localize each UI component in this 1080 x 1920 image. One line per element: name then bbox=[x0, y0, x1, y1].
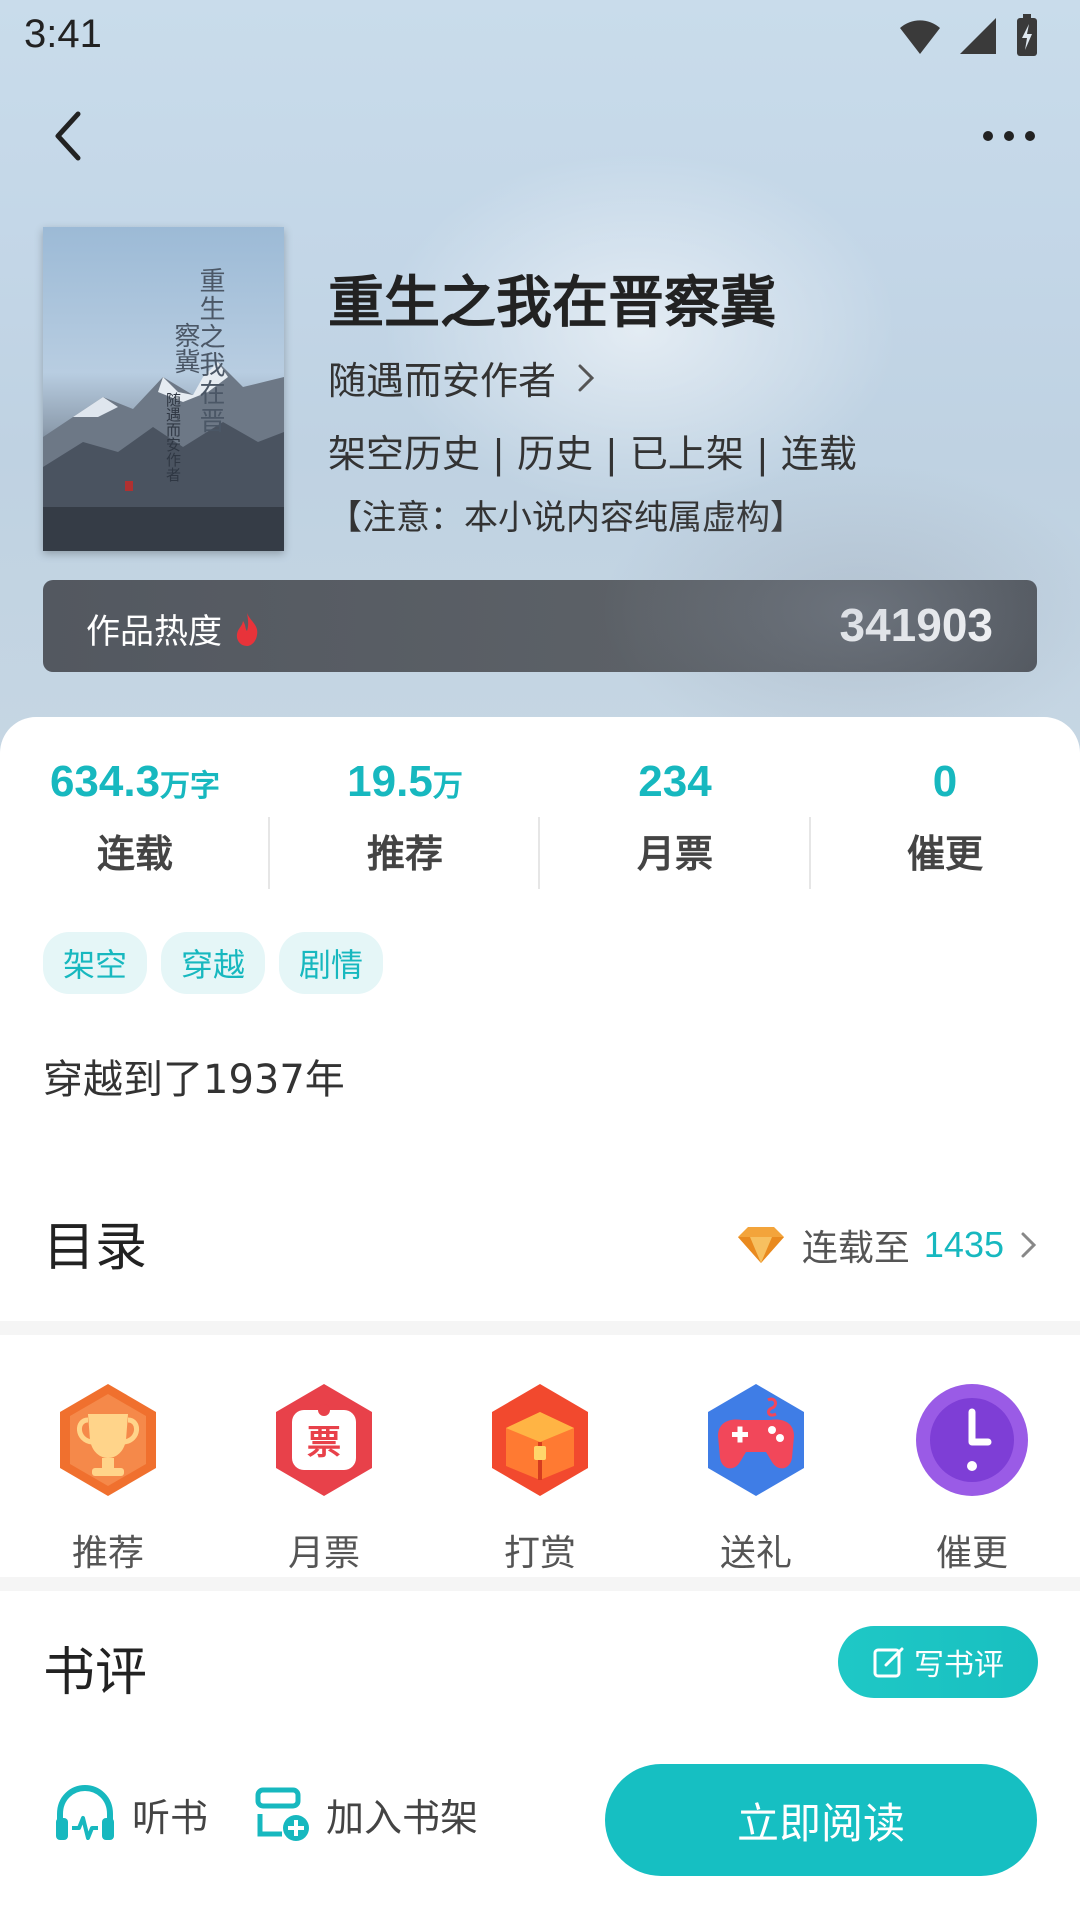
trophy-icon bbox=[60, 1384, 156, 1496]
stat-urge[interactable]: 0 催更 bbox=[810, 757, 1080, 878]
battery-icon bbox=[1017, 14, 1037, 56]
book-title: 重生之我在晋察冀 bbox=[328, 271, 776, 336]
treasure-chest-icon bbox=[492, 1384, 588, 1496]
stat-value: 634.3 bbox=[49, 757, 161, 806]
chevron-left-icon bbox=[55, 111, 81, 161]
bottom-action-bar: 听书 加入书架 立即阅读 bbox=[0, 1740, 1080, 1920]
toc-prefix: 连载至 bbox=[801, 1228, 910, 1269]
clock-icon bbox=[916, 1384, 1028, 1496]
table-of-contents-row[interactable]: 目录 连载至 1435 bbox=[0, 1195, 1080, 1305]
edit-icon bbox=[873, 1647, 904, 1678]
action-grid: 推荐 票 月票 打赏 送礼 催更 bbox=[0, 1362, 1080, 1574]
headphones-icon bbox=[56, 1784, 114, 1840]
chevron-right-icon bbox=[1021, 1232, 1037, 1258]
action-label: 送礼 bbox=[719, 1533, 792, 1574]
more-button[interactable] bbox=[974, 106, 1044, 166]
more-icon bbox=[983, 131, 1035, 141]
cover-title-line2: 察冀 bbox=[170, 322, 200, 374]
heat-label: 作品热度 bbox=[86, 612, 222, 652]
listen-label: 听书 bbox=[132, 1795, 209, 1840]
stat-label: 连载 bbox=[96, 832, 173, 876]
heat-bar[interactable]: 作品热度 341903 bbox=[43, 580, 1037, 672]
write-review-button[interactable]: 写书评 bbox=[838, 1626, 1038, 1698]
author-link[interactable]: 随遇而安作者 bbox=[328, 350, 598, 405]
tag-chip[interactable]: 穿越 bbox=[161, 932, 266, 994]
book-meta: 架空历史 | 历史 | 已上架 | 连载 bbox=[328, 432, 857, 476]
write-review-label: 写书评 bbox=[914, 1648, 1004, 1683]
book-note: 【注意：本小说内容纯属虚构】 bbox=[328, 498, 804, 538]
review-title: 书评 bbox=[43, 1643, 148, 1703]
tag-chip[interactable]: 架空 bbox=[43, 932, 148, 994]
diamond-icon bbox=[737, 1227, 784, 1263]
flame-icon bbox=[236, 612, 258, 646]
stat-unit: 万字 bbox=[160, 769, 221, 804]
action-recommend[interactable]: 推荐 bbox=[18, 1380, 198, 1576]
signal-icon bbox=[960, 18, 996, 54]
tag-list: 架空 穿越 剧情 bbox=[43, 932, 384, 994]
stat-label: 推荐 bbox=[366, 832, 443, 876]
chevron-right-icon bbox=[578, 364, 595, 391]
toc-count: 1435 bbox=[923, 1224, 1004, 1265]
author-name: 随遇而安作者 bbox=[328, 359, 557, 403]
stat-label: 催更 bbox=[906, 832, 983, 876]
stat-value: 0 bbox=[932, 757, 958, 806]
cover-author: 随遇而安作者 bbox=[164, 392, 182, 482]
stat-value: 234 bbox=[638, 757, 712, 806]
add-to-shelf-button[interactable]: 加入书架 bbox=[252, 1784, 478, 1844]
stat-label: 月票 bbox=[636, 832, 713, 876]
wifi-icon bbox=[900, 20, 940, 54]
action-label: 推荐 bbox=[71, 1533, 144, 1574]
status-bar: 3:41 bbox=[0, 0, 1080, 72]
action-label: 打赏 bbox=[503, 1533, 576, 1574]
tag-chip[interactable]: 剧情 bbox=[279, 932, 384, 994]
action-monthly-ticket[interactable]: 票 月票 bbox=[234, 1380, 414, 1576]
action-label: 月票 bbox=[287, 1533, 360, 1574]
shelf-label: 加入书架 bbox=[326, 1795, 479, 1840]
ticket-icon: 票 bbox=[276, 1384, 372, 1496]
action-gift[interactable]: 送礼 bbox=[666, 1380, 846, 1576]
action-tip[interactable]: 打赏 bbox=[450, 1380, 630, 1576]
stat-words[interactable]: 634.3万字 连载 bbox=[0, 757, 270, 878]
heat-label-group: 作品热度 bbox=[86, 604, 262, 653]
stat-value: 19.5 bbox=[347, 757, 433, 806]
svg-text:票: 票 bbox=[307, 1423, 341, 1463]
read-now-label: 立即阅读 bbox=[736, 1798, 905, 1848]
review-section: 书评 写书评 bbox=[0, 1600, 1080, 1720]
action-label: 催更 bbox=[935, 1533, 1008, 1574]
synopsis[interactable]: 穿越到了1937年 bbox=[43, 1047, 345, 1105]
section-divider bbox=[0, 1577, 1080, 1591]
section-divider bbox=[0, 1321, 1080, 1335]
toc-status: 连载至 1435 bbox=[734, 1219, 1040, 1271]
heat-value: 341903 bbox=[839, 599, 994, 651]
toc-title: 目录 bbox=[43, 1218, 148, 1278]
action-urge[interactable]: 催更 bbox=[882, 1380, 1062, 1576]
read-now-button[interactable]: 立即阅读 bbox=[605, 1764, 1037, 1876]
stat-recommend[interactable]: 19.5万 推荐 bbox=[270, 757, 540, 878]
stat-unit: 万 bbox=[432, 769, 463, 804]
top-nav bbox=[0, 90, 1080, 180]
status-icons bbox=[898, 14, 1040, 58]
stat-monthly-ticket[interactable]: 234 月票 bbox=[540, 757, 810, 878]
book-cover[interactable]: 重生之我在晋 察冀 随遇而安作者 bbox=[43, 227, 284, 551]
bookshelf-add-icon bbox=[255, 1787, 309, 1841]
gamepad-icon bbox=[708, 1384, 804, 1496]
back-button[interactable] bbox=[40, 106, 100, 166]
mountain-illustration bbox=[43, 362, 284, 551]
listen-button[interactable]: 听书 bbox=[52, 1784, 208, 1844]
status-time: 3:41 bbox=[24, 12, 102, 56]
stats-row: 634.3万字 连载 19.5万 推荐 234 月票 0 催更 bbox=[0, 757, 1080, 889]
book-header: 3:41 重生之我在晋 察冀 随遇而安作者 重生之我在晋察冀 随遇而安作者 架空… bbox=[0, 0, 1080, 760]
